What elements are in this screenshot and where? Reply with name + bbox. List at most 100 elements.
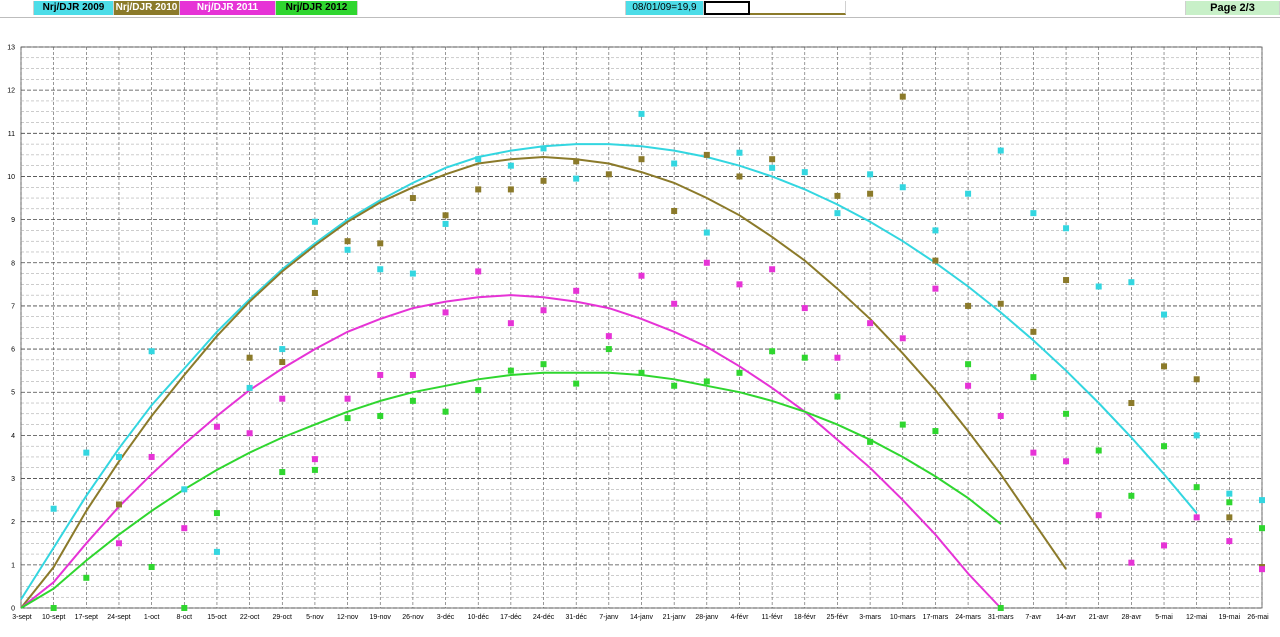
data-point-series-0 — [50, 505, 57, 512]
legend-2010[interactable]: Nrj/DJR 2010 — [114, 1, 180, 15]
data-point-series-2 — [1193, 514, 1200, 521]
data-point-series-3 — [834, 393, 841, 400]
data-point-series-2 — [899, 335, 906, 342]
data-point-series-3 — [148, 564, 155, 571]
date-value-cell[interactable]: 08/01/09=19,9 — [626, 1, 704, 15]
data-point-series-2 — [181, 525, 188, 532]
data-point-series-1 — [115, 501, 122, 508]
x-tick-label: 14-avr — [1056, 614, 1077, 621]
x-tick-label: 1-oct — [144, 614, 160, 621]
data-point-series-3 — [1226, 499, 1233, 506]
data-point-series-1 — [507, 186, 514, 193]
data-point-series-3 — [965, 361, 972, 368]
data-point-series-2 — [475, 268, 482, 275]
spreadsheet-cell[interactable] — [846, 1, 1186, 15]
x-tick-label: 12-nov — [337, 614, 359, 621]
x-tick-label: 8-oct — [177, 614, 193, 621]
x-tick-label: 28-janv — [695, 614, 718, 621]
data-point-series-1 — [311, 289, 318, 296]
x-tick-label: 24-sept — [107, 614, 130, 621]
data-point-series-0 — [638, 110, 645, 117]
data-point-series-1 — [703, 151, 710, 158]
x-tick-label: 28-avr — [1121, 614, 1142, 621]
data-point-series-3 — [279, 469, 286, 476]
y-tick-label: 11 — [8, 131, 15, 138]
x-tick-label: 3-déc — [437, 614, 455, 621]
x-tick-label: 21-janv — [663, 614, 686, 621]
data-point-series-1 — [409, 195, 416, 202]
data-point-series-2 — [573, 287, 580, 294]
data-point-series-0 — [703, 229, 710, 236]
data-point-series-0 — [867, 171, 874, 178]
data-point-series-3 — [540, 361, 547, 368]
y-tick-label: 2 — [11, 519, 15, 526]
data-point-series-3 — [1030, 374, 1037, 381]
x-tick-label: 10-sept — [42, 614, 65, 621]
data-point-series-0 — [1226, 490, 1233, 497]
data-point-series-1 — [573, 158, 580, 165]
data-point-series-0 — [409, 270, 416, 277]
data-point-series-0 — [1095, 283, 1102, 290]
data-point-series-0 — [475, 156, 482, 163]
y-tick-label: 12 — [7, 88, 15, 95]
data-point-series-0 — [997, 147, 1004, 154]
x-tick-label: 12-mai — [1186, 614, 1208, 621]
spreadsheet-cell[interactable] — [0, 1, 34, 15]
x-tick-label: 10-mars — [890, 614, 916, 621]
data-point-series-2 — [377, 371, 384, 378]
x-tick-label: 17-sept — [75, 614, 98, 621]
data-point-series-3 — [442, 408, 449, 415]
data-point-series-0 — [899, 184, 906, 191]
legend-2009[interactable]: Nrj/DJR 2009 — [34, 1, 114, 15]
x-tick-label: 5-nov — [306, 614, 324, 621]
data-point-series-2 — [442, 309, 449, 316]
x-axis: 3-sept 10-sept 17-sept 24-sept 1-oct 8-oct 15-… — [12, 614, 1269, 621]
y-tick-label: 7 — [11, 303, 15, 310]
y-tick-label: 6 — [11, 347, 15, 354]
data-point-series-1 — [834, 192, 841, 199]
data-point-series-1 — [965, 302, 972, 309]
y-tick-label: 4 — [11, 433, 15, 440]
legend-2011[interactable]: Nrj/DJR 2011 — [180, 1, 276, 15]
data-point-series-3 — [899, 421, 906, 428]
data-point-series-1 — [442, 212, 449, 219]
legend-2012[interactable]: Nrj/DJR 2012 — [276, 1, 358, 15]
spreadsheet-cell[interactable] — [358, 1, 626, 15]
data-point-series-2 — [965, 382, 972, 389]
page-indicator: Page 2/3 — [1186, 1, 1280, 15]
x-tick-label: 26-nov — [402, 614, 424, 621]
x-tick-label: 18-févr — [794, 614, 816, 621]
data-point-series-1 — [671, 207, 678, 214]
top-toolbar: Nrj/DJR 2009 Nrj/DJR 2010 Nrj/DJR 2011 N… — [0, 0, 1280, 18]
x-tick-label: 3-mars — [859, 614, 881, 621]
data-point-series-0 — [801, 169, 808, 176]
data-point-series-2 — [1063, 458, 1070, 465]
data-point-series-0 — [1193, 432, 1200, 439]
data-point-series-3 — [997, 605, 1004, 611]
x-tick-label: 10-déc — [468, 614, 490, 621]
x-tick-label: 7-janv — [599, 614, 619, 621]
y-axis: 012345678910111213 — [7, 45, 15, 613]
data-point-series-3 — [638, 369, 645, 376]
data-point-series-3 — [573, 380, 580, 387]
selected-cell[interactable] — [704, 1, 750, 15]
data-point-series-0 — [507, 162, 514, 169]
data-point-series-2 — [344, 395, 351, 402]
x-tick-label: 17-déc — [500, 614, 522, 621]
y-tick-label: 13 — [7, 45, 15, 52]
data-point-series-0 — [1259, 497, 1265, 504]
x-tick-label: 15-oct — [207, 614, 227, 621]
data-point-series-1 — [1063, 277, 1070, 284]
data-point-series-0 — [83, 449, 90, 456]
data-point-series-1 — [769, 156, 776, 163]
data-point-series-2 — [1095, 512, 1102, 519]
data-point-series-3 — [50, 605, 57, 611]
data-point-series-3 — [1128, 492, 1135, 499]
data-point-series-3 — [1161, 443, 1168, 450]
data-point-series-2 — [703, 259, 710, 266]
data-point-series-0 — [834, 210, 841, 217]
data-point-series-0 — [377, 266, 384, 273]
x-tick-label: 5-mai — [1155, 614, 1173, 621]
spreadsheet-cell[interactable] — [750, 1, 846, 15]
x-tick-label: 24-déc — [533, 614, 555, 621]
